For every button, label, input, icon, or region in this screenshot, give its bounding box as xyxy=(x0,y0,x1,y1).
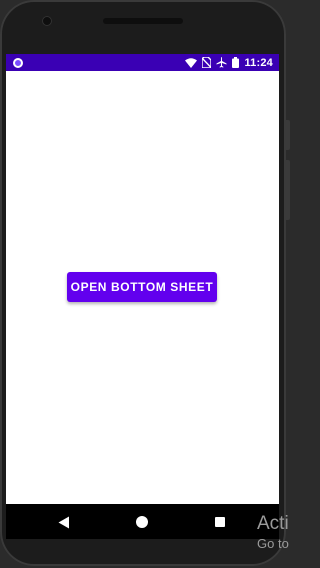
wifi-icon xyxy=(185,57,198,68)
battery-icon xyxy=(232,57,240,68)
open-bottom-sheet-button[interactable]: OPEN BOTTOM SHEET xyxy=(67,272,217,302)
no-sim-icon xyxy=(202,57,212,68)
front-camera xyxy=(42,16,52,26)
back-icon[interactable] xyxy=(57,515,71,529)
home-icon[interactable] xyxy=(135,515,149,529)
status-bar: 11:24 xyxy=(6,54,279,71)
volume-up-button xyxy=(286,120,290,150)
status-clock: 11:24 xyxy=(244,56,273,69)
volume-down-button xyxy=(286,160,290,220)
navigation-bar xyxy=(6,504,279,539)
earpiece-speaker xyxy=(103,18,183,24)
device-screen: 11:24 OPEN BOTTOM SHEET xyxy=(6,54,279,539)
recents-icon[interactable] xyxy=(213,515,227,529)
main-content: OPEN BOTTOM SHEET xyxy=(6,71,279,504)
notification-circle-icon xyxy=(13,57,23,68)
airplane-icon xyxy=(216,57,227,68)
